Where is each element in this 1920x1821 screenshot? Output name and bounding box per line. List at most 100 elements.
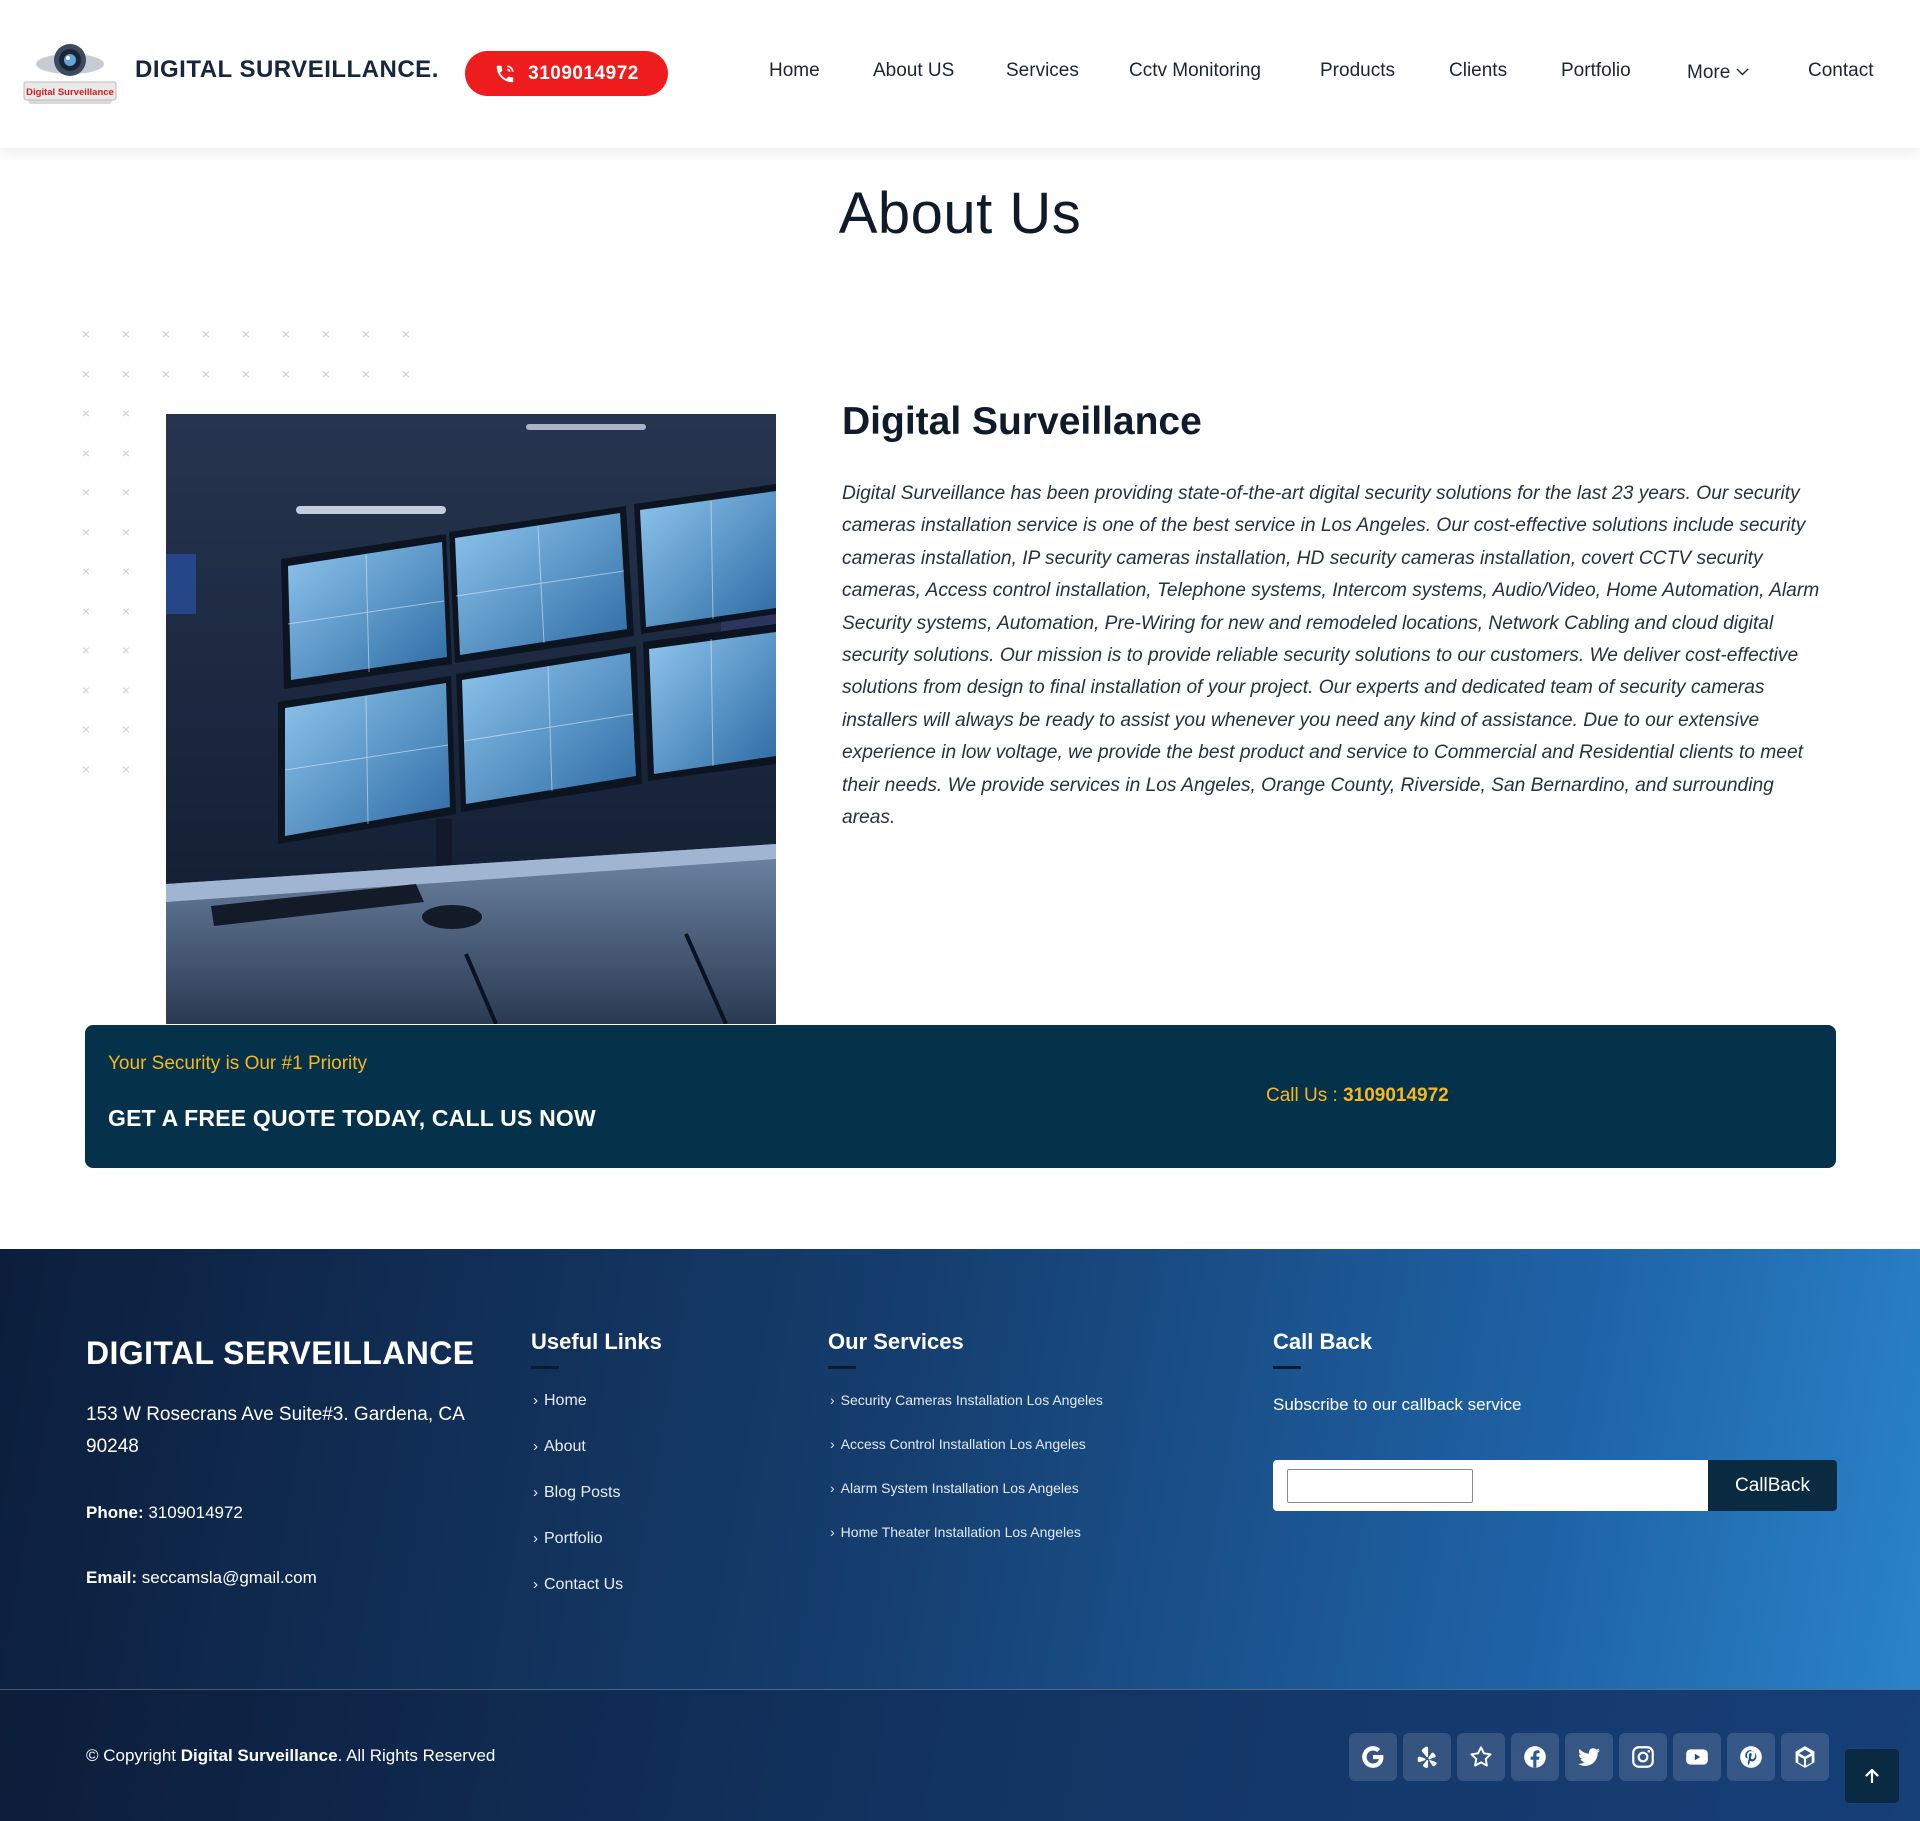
decorative-x-mark: × xyxy=(321,365,331,382)
decorative-x-mark: × xyxy=(361,365,371,382)
decorative-x-mark: × xyxy=(121,444,131,461)
copyright-brand[interactable]: Digital Surveillance xyxy=(181,1746,338,1765)
decorative-x-mark: × xyxy=(121,563,131,579)
copyright-suffix: . All Rights Reserved xyxy=(337,1746,496,1765)
footer-link-label: About xyxy=(544,1438,586,1455)
instagram-icon[interactable] xyxy=(1619,1733,1667,1781)
decorative-x-mark: × xyxy=(81,563,91,579)
facebook-icon[interactable] xyxy=(1511,1733,1559,1781)
nav-portfolio[interactable]: Portfolio xyxy=(1561,60,1631,82)
footer-phone: Phone: 3109014972 xyxy=(86,1503,243,1523)
phone-icon xyxy=(496,64,514,82)
unity-icon[interactable] xyxy=(1781,1733,1829,1781)
chevron-right-icon: › xyxy=(533,1530,538,1547)
decorative-x-mark: × xyxy=(201,326,211,342)
decorative-x-mark: × xyxy=(361,326,371,342)
brand-name[interactable]: DIGITAL SURVEILLANCE. xyxy=(135,56,439,84)
decorative-x-mark: × xyxy=(321,326,331,342)
footer-service-security-cameras[interactable]: › Security Cameras Installation Los Angel… xyxy=(830,1392,1103,1408)
footer-link-blog-posts[interactable]: › Blog Posts xyxy=(533,1484,620,1502)
decorative-x-mark: × xyxy=(281,326,291,342)
decorative-x-mark: × xyxy=(121,681,131,698)
about-body: Digital Surveillance has been providing … xyxy=(842,483,1820,829)
nav-more[interactable]: More xyxy=(1687,60,1749,84)
chevron-right-icon: › xyxy=(830,1392,835,1408)
footer-brand: DIGITAL SERVEILLANCE xyxy=(86,1335,475,1371)
chevron-right-icon: › xyxy=(533,1438,538,1455)
nav-products[interactable]: Products xyxy=(1320,60,1395,82)
footer-link-contact-us[interactable]: › Contact Us xyxy=(533,1576,623,1594)
about-heading: Digital Surveillance xyxy=(842,400,1202,443)
cta-call-label: Call Us : xyxy=(1266,1085,1344,1106)
nav-more-label: More xyxy=(1687,62,1731,83)
chevron-right-icon: › xyxy=(830,1436,835,1452)
footer-link-about[interactable]: › About xyxy=(533,1438,586,1456)
footer-link-portfolio[interactable]: › Portfolio xyxy=(533,1530,603,1548)
footer-service-access-control[interactable]: › Access Control Installation Los Angeles xyxy=(830,1436,1086,1452)
footer-phone-value[interactable]: 3109014972 xyxy=(148,1503,243,1522)
decorative-x-mark: × xyxy=(401,365,411,382)
decorative-x-mark: × xyxy=(121,365,131,382)
chevron-right-icon: › xyxy=(830,1480,835,1496)
nav-services[interactable]: Services xyxy=(1006,60,1079,82)
youtube-icon[interactable] xyxy=(1673,1733,1721,1781)
decorative-x-mark: × xyxy=(281,365,291,382)
footer-service-alarm-system[interactable]: › Alarm System Installation Los Angeles xyxy=(830,1480,1079,1496)
decorative-x-mark: × xyxy=(81,405,91,421)
chevron-down-icon xyxy=(1736,60,1749,82)
decorative-x-mark: × xyxy=(201,365,211,382)
footer-bottom-bar: © Copyright Digital Surveillance. All Ri… xyxy=(0,1689,1920,1821)
decorative-x-mark: × xyxy=(121,721,131,737)
decorative-x-mark: × xyxy=(81,444,91,461)
decorative-x-mark: × xyxy=(121,523,131,540)
decorative-x-mark: × xyxy=(81,484,91,500)
google-icon[interactable] xyxy=(1349,1733,1397,1781)
footer-link-home[interactable]: › Home xyxy=(533,1392,587,1410)
callback-button[interactable]: CallBack xyxy=(1708,1460,1837,1511)
decorative-x-mark: × xyxy=(81,365,91,382)
decorative-x-mark: × xyxy=(161,326,171,342)
cta-call[interactable]: Call Us : 3109014972 xyxy=(1266,1085,1449,1107)
decorative-x-mark: × xyxy=(81,681,91,698)
yelp-icon[interactable] xyxy=(1403,1733,1451,1781)
footer-service-label: Alarm System Installation Los Angeles xyxy=(840,1480,1079,1496)
back-to-top-button[interactable] xyxy=(1845,1749,1899,1803)
footer-email-label: Email: xyxy=(86,1568,138,1587)
footer-service-label: Access Control Installation Los Angeles xyxy=(840,1436,1086,1452)
nav-cctv-monitoring[interactable]: Cctv Monitoring xyxy=(1129,60,1261,82)
decorative-x-mark: × xyxy=(401,326,411,342)
twitter-icon[interactable] xyxy=(1565,1733,1613,1781)
footer-link-label: Home xyxy=(544,1392,587,1409)
nav-clients[interactable]: Clients xyxy=(1449,60,1507,82)
footer-service-label: Security Cameras Installation Los Angele… xyxy=(840,1392,1103,1408)
page-title: About Us xyxy=(838,181,1082,246)
decorative-x-mark: × xyxy=(161,365,171,382)
decorative-x-mark: × xyxy=(121,405,131,421)
logo-text: Digital Surveillance xyxy=(26,87,114,98)
star-icon[interactable] xyxy=(1457,1733,1505,1781)
footer-service-label: Home Theater Installation Los Angeles xyxy=(840,1524,1081,1540)
copyright: © Copyright Digital Surveillance. All Ri… xyxy=(86,1746,495,1766)
cta-call-number[interactable]: 3109014972 xyxy=(1343,1085,1449,1106)
nav-home[interactable]: Home xyxy=(769,60,820,82)
decorative-x-mark: × xyxy=(81,760,91,777)
site-header: Digital Surveillance DIGITAL SURVEILLANC… xyxy=(0,0,1920,148)
callback-phone-input[interactable] xyxy=(1287,1469,1473,1503)
nav-about-us[interactable]: About US xyxy=(873,60,954,82)
decorative-x-mark: × xyxy=(81,326,91,342)
logo-icon[interactable]: Digital Surveillance xyxy=(22,40,118,106)
copyright-prefix: © Copyright xyxy=(86,1746,181,1765)
phone-button[interactable]: 3109014972 xyxy=(465,51,668,96)
cta-kicker: Your Security is Our #1 Priority xyxy=(108,1053,368,1074)
decorative-x-mark: × xyxy=(81,721,91,737)
pinterest-icon[interactable] xyxy=(1727,1733,1775,1781)
decorative-x-mark: × xyxy=(81,523,91,540)
footer-service-home-theater[interactable]: › Home Theater Installation Los Angeles xyxy=(830,1524,1081,1540)
chevron-right-icon: › xyxy=(533,1576,538,1593)
footer-email-value[interactable]: seccamsla@gmail.com xyxy=(142,1568,317,1587)
nav-contact[interactable]: Contact xyxy=(1808,60,1873,82)
chevron-right-icon: › xyxy=(533,1484,538,1501)
footer-link-label: Blog Posts xyxy=(544,1484,621,1501)
footer-email: Email: seccamsla@gmail.com xyxy=(86,1568,317,1588)
decorative-x-mark: × xyxy=(121,326,131,342)
